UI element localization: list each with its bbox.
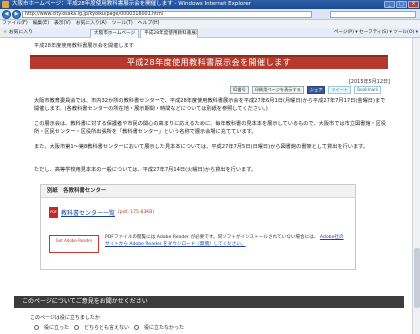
favorites-bar: ★ お気に入り 大阪市ホームページ 平成28年度使用教科書展示会... ページ(… <box>0 28 420 38</box>
back-arrow-icon[interactable]: ◀ <box>2 10 11 19</box>
minimize-button[interactable]: _ <box>384 1 395 8</box>
menu-edit[interactable]: 編集(E) <box>33 20 49 28</box>
star-icon: ★ <box>3 30 8 35</box>
search-input[interactable] <box>330 11 416 18</box>
tab-osaka-home[interactable]: 大阪市ホームページ <box>90 29 140 38</box>
pdf-size: (pdf, 175.83KB) <box>118 210 155 215</box>
adobe-row: Get Adobe Reader PDFファイルの閲覧には Adobe Read… <box>49 235 345 253</box>
address-bar: ◀ ▶ http://www.city.osaka.lg.jp/kyoiku/p… <box>0 9 420 20</box>
page-title: 平成28年度使用教科書展示会を開催します <box>30 55 388 69</box>
menu-bar: ファイル(F) 編集(E) 表示(V) お気に入り(A) ツール(T) ヘルプ(… <box>0 20 420 28</box>
close-button[interactable]: × <box>408 1 419 8</box>
maximize-button[interactable]: □ <box>396 1 407 8</box>
forward-arrow-icon[interactable]: ▶ <box>12 10 21 19</box>
menu-favorites[interactable]: お気に入り(A) <box>76 20 107 28</box>
tab-textbook-exhibition[interactable]: 平成28年度使用教科書展示会... <box>140 29 199 38</box>
page-content: 平成28年度使用教科書展示会を開催します 平成28年度使用教科書展示会を開催しま… <box>0 38 412 334</box>
menu-tools[interactable]: ツール(T) <box>112 20 133 28</box>
vertical-scrollbar[interactable] <box>412 38 420 334</box>
paragraph-lending: また、大阪市第1～第8教科書センターにおいて展示した見本本については、平成27年… <box>34 144 369 150</box>
opinion-question: このページは役に立ちましたか <box>30 315 100 321</box>
favorites-button[interactable]: ★ お気に入り <box>3 28 33 38</box>
url-input[interactable]: http://www.city.osaka.lg.jp/kyoiku/page/… <box>22 11 312 18</box>
opinion-options: 役に立った どちらとも言えない 役に立たなかった <box>34 324 184 331</box>
window-controls: _ □ × <box>384 1 419 8</box>
ie-app-icon <box>2 1 9 8</box>
favorites-label: お気に入り <box>8 30 33 35</box>
paragraph-highschool: ただし、高等学校用見本本の一般については、平成27年7月14日(火曜日)から貸出… <box>34 167 257 173</box>
menu-file[interactable]: ファイル(F) <box>2 20 28 28</box>
pdf-icon: PDF <box>49 207 58 218</box>
radio-not-useful[interactable] <box>134 325 140 330</box>
attachment-heading: 別紙 各教科書センター <box>41 185 355 198</box>
scrollbar-thumb[interactable] <box>414 248 420 308</box>
share-row: ID番号 印刷用ページを表示する シェア ツイート Bookmark <box>230 86 382 94</box>
paragraph-intro: 大阪市教育委員会では、市内32か所の教科書センターで、平成28年度使用教科書展示… <box>34 98 386 112</box>
attachment-box: 別紙 各教科書センター PDF 教科書センター一覧 (pdf, 175.83KB… <box>40 184 356 270</box>
option-not-useful-label: 役に立たなかった <box>144 325 185 331</box>
opinion-heading: このページについてご意見をお聞かせください <box>14 296 404 308</box>
paragraph-purpose: この展示会は、教科書に対する保護者や市民の関心の高まりに応えるために、毎年教科書… <box>34 121 387 135</box>
pdf-row: PDF 教科書センター一覧 (pdf, 175.83KB) <box>49 207 154 218</box>
window-title: 大阪市ホームページ：平成28年度使用教科書展示会を開催します - Windows… <box>12 1 251 7</box>
command-bar[interactable]: ページ(P) ▾ セーフティ(S) ▾ ツール(O) ▾ <box>334 28 418 38</box>
option-useful-label: 役に立った <box>44 325 70 331</box>
radio-useful[interactable] <box>34 325 39 330</box>
publish-date: [2015年5月12日] <box>348 79 390 85</box>
pdf-download-link[interactable]: 教科書センター一覧 <box>61 208 115 217</box>
menu-help[interactable]: ヘルプ(H) <box>138 20 160 28</box>
get-adobe-reader-badge[interactable]: Get Adobe Reader <box>49 235 99 253</box>
tab-strip: 大阪市ホームページ 平成28年度使用教科書展示会... <box>90 29 199 38</box>
radio-neutral[interactable] <box>74 325 80 330</box>
breadcrumb: 平成28年度使用教科書展示会を開催します <box>34 43 134 49</box>
bookmark-button[interactable]: Bookmark <box>354 86 382 94</box>
adobe-notice-text: PDFファイルの閲覧には Adobe Reader が必要です。同ソフトがインス… <box>105 235 319 240</box>
window-titlebar: 大阪市ホームページ：平成28年度使用教科書展示会を開催します - Windows… <box>0 0 420 9</box>
option-neutral-label: どちらとも言えない <box>84 325 130 331</box>
facebook-share-button[interactable]: シェア <box>306 86 326 94</box>
adobe-notice: PDFファイルの閲覧には Adobe Reader が必要です。同ソフトがインス… <box>105 235 345 248</box>
print-page-button[interactable]: 印刷用ページを表示する <box>251 86 304 94</box>
tweet-button[interactable]: ツイート <box>328 86 352 94</box>
id-number-button[interactable]: ID番号 <box>230 86 249 94</box>
menu-view[interactable]: 表示(V) <box>54 20 71 28</box>
